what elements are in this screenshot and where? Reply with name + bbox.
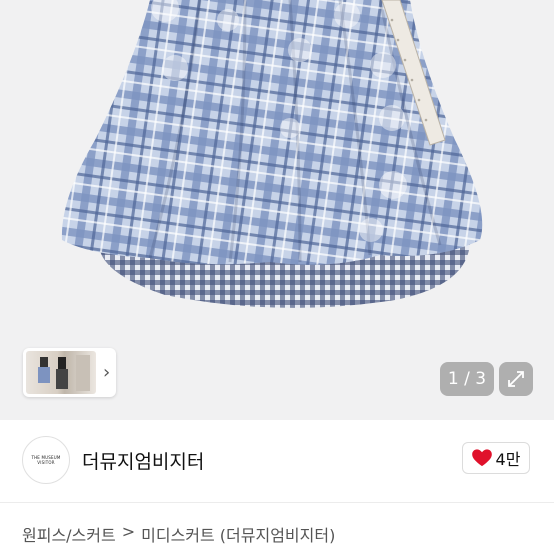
seller-name[interactable]: 더뮤지엄비지터 <box>82 447 204 474</box>
breadcrumb: 원피스/스커트 > 미디스커트 (더뮤지엄비지터) <box>22 522 335 546</box>
thumbnail-strip[interactable]: › <box>23 348 116 397</box>
divider <box>0 502 554 503</box>
like-button[interactable]: 4만 <box>462 442 530 474</box>
breadcrumb-category[interactable]: 원피스/스커트 <box>22 522 116 546</box>
seller-logo-text: THE MUSEUM VISITOR <box>31 455 61 465</box>
expand-icon <box>508 371 524 387</box>
image-counter: 1 / 3 <box>440 362 494 396</box>
chevron-right-icon: › <box>103 361 111 383</box>
breadcrumb-separator: > <box>121 522 136 541</box>
like-count: 4만 <box>495 450 521 469</box>
thumbnail-image <box>26 351 96 394</box>
breadcrumb-subcategory[interactable]: 미디스커트 (더뮤지엄비지터) <box>141 522 335 546</box>
seller-logo[interactable]: THE MUSEUM VISITOR <box>22 436 70 484</box>
heart-icon <box>471 449 492 467</box>
expand-button[interactable] <box>499 362 533 396</box>
